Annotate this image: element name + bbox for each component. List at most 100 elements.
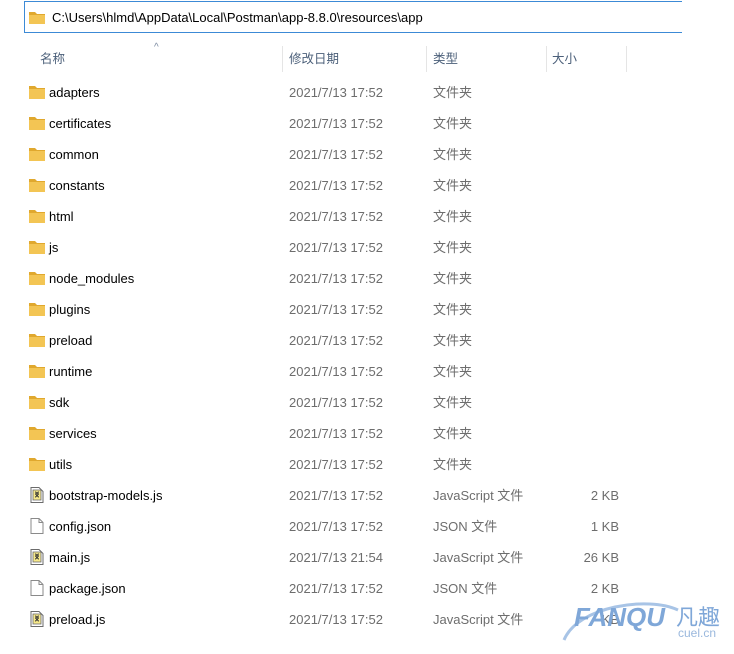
- file-row[interactable]: html 2021/7/13 17:52 文件夹: [0, 201, 734, 232]
- file-row[interactable]: certificates 2021/7/13 17:52 文件夹: [0, 108, 734, 139]
- file-name: utils: [49, 457, 73, 472]
- file-size: 2 KB: [590, 488, 619, 503]
- file-size: [548, 325, 619, 356]
- file-date: 2021/7/13 17:52: [289, 240, 383, 255]
- file-date: 2021/7/13 17:52: [289, 147, 383, 162]
- file-size: [548, 294, 619, 325]
- file-row[interactable]: sdk 2021/7/13 17:52 文件夹: [0, 387, 734, 418]
- file-size: [548, 232, 619, 263]
- file-date: 2021/7/13 21:54: [289, 550, 383, 565]
- watermark-domain: cuel.cn: [678, 626, 717, 640]
- column-divider[interactable]: [282, 46, 283, 72]
- file-name: main.js: [49, 550, 91, 565]
- file-row[interactable]: adapters 2021/7/13 17:52 文件夹: [0, 77, 734, 108]
- file-date: 2021/7/13 17:52: [289, 364, 383, 379]
- file-date: 2021/7/13 17:52: [289, 395, 383, 410]
- column-header-date[interactable]: 修改日期: [289, 44, 339, 74]
- file-date: 2021/7/13 17:52: [289, 426, 383, 441]
- file-row[interactable]: bootstrap-models.js 2021/7/13 17:52 JavaSc…: [0, 480, 734, 511]
- file-size: [548, 387, 619, 418]
- column-header-row: ^ 名称 修改日期 类型 大小: [0, 42, 734, 74]
- file-size: [548, 77, 619, 108]
- file-date: 2021/7/13 17:52: [289, 116, 383, 131]
- file-size: [548, 201, 619, 232]
- folder-icon: [28, 301, 46, 317]
- folder-icon: [28, 177, 46, 193]
- column-header-type[interactable]: 类型: [433, 44, 458, 74]
- file-size: [548, 449, 619, 480]
- file-name: runtime: [49, 364, 93, 379]
- file-row[interactable]: plugins 2021/7/13 17:52 文件夹: [0, 294, 734, 325]
- file-date: 2021/7/13 17:52: [289, 612, 383, 627]
- file-row[interactable]: main.js 2021/7/13 21:54 JavaScript 文件 26 KB: [0, 542, 734, 573]
- watermark-logo: FANQU 凡趣 cuel.cn: [558, 596, 728, 646]
- file-size: [548, 108, 619, 139]
- file-name: bootstrap-models.js: [49, 488, 163, 503]
- file-type: 文件夹: [433, 147, 473, 162]
- address-path[interactable]: C:\Users\hlmd\AppData\Local\Postman\app-…: [52, 10, 423, 25]
- file-row[interactable]: js 2021/7/13 17:52 文件夹: [0, 232, 734, 263]
- file-type: 文件夹: [433, 85, 473, 100]
- file-name: html: [49, 209, 74, 224]
- folder-icon: [28, 270, 46, 286]
- folder-icon: [28, 394, 46, 410]
- file-name: node_modules: [49, 271, 135, 286]
- file-name: common: [49, 147, 99, 162]
- file-date: 2021/7/13 17:52: [289, 488, 383, 503]
- file-name: constants: [49, 178, 105, 193]
- file-type: JSON 文件: [433, 519, 498, 534]
- file-row[interactable]: utils 2021/7/13 17:52 文件夹: [0, 449, 734, 480]
- file-name: certificates: [49, 116, 112, 131]
- file-row[interactable]: services 2021/7/13 17:52 文件夹: [0, 418, 734, 449]
- js-file-icon: [28, 549, 46, 565]
- file-date: 2021/7/13 17:52: [289, 519, 383, 534]
- file-name: preload: [49, 333, 93, 348]
- file-type: JavaScript 文件: [433, 612, 524, 627]
- file-size: [548, 170, 619, 201]
- sort-up-icon[interactable]: ^: [154, 42, 159, 53]
- file-size: 1 KB: [590, 519, 619, 534]
- file-row[interactable]: node_modules 2021/7/13 17:52 文件夹: [0, 263, 734, 294]
- file-date: 2021/7/13 17:52: [289, 271, 383, 286]
- file-size: [548, 356, 619, 387]
- file-date: 2021/7/13 17:52: [289, 581, 383, 596]
- file-type: 文件夹: [433, 271, 473, 286]
- file-icon: [28, 518, 46, 534]
- file-type: JavaScript 文件: [433, 488, 524, 503]
- folder-icon: [29, 11, 45, 24]
- folder-icon: [28, 115, 46, 131]
- file-date: 2021/7/13 17:52: [289, 457, 383, 472]
- column-divider[interactable]: [626, 46, 627, 72]
- column-divider[interactable]: [426, 46, 427, 72]
- file-row[interactable]: common 2021/7/13 17:52 文件夹: [0, 139, 734, 170]
- file-type: JavaScript 文件: [433, 550, 524, 565]
- column-divider[interactable]: [546, 46, 547, 72]
- file-date: 2021/7/13 17:52: [289, 333, 383, 348]
- file-row[interactable]: config.json 2021/7/13 17:52 JSON 文件 1 KB: [0, 511, 734, 542]
- column-header-name[interactable]: 名称: [40, 44, 65, 74]
- file-name: services: [49, 426, 97, 441]
- file-size: [548, 418, 619, 449]
- js-file-icon: [28, 487, 46, 503]
- file-name: adapters: [49, 85, 100, 100]
- folder-icon: [28, 332, 46, 348]
- watermark-brand: FANQU: [574, 602, 665, 632]
- file-icon: [28, 580, 46, 596]
- address-bar[interactable]: C:\Users\hlmd\AppData\Local\Postman\app-…: [24, 1, 682, 33]
- file-row[interactable]: runtime 2021/7/13 17:52 文件夹: [0, 356, 734, 387]
- file-size: [548, 139, 619, 170]
- folder-icon: [28, 208, 46, 224]
- file-row[interactable]: preload 2021/7/13 17:52 文件夹: [0, 325, 734, 356]
- column-header-size[interactable]: 大小: [552, 44, 577, 74]
- file-name: package.json: [49, 581, 126, 596]
- folder-icon: [28, 84, 46, 100]
- file-date: 2021/7/13 17:52: [289, 85, 383, 100]
- file-type: 文件夹: [433, 178, 473, 193]
- file-type: JSON 文件: [433, 581, 498, 596]
- file-type: 文件夹: [433, 116, 473, 131]
- file-row[interactable]: constants 2021/7/13 17:52 文件夹: [0, 170, 734, 201]
- file-type: 文件夹: [433, 240, 473, 255]
- file-type: 文件夹: [433, 426, 473, 441]
- file-type: 文件夹: [433, 302, 473, 317]
- folder-icon: [28, 456, 46, 472]
